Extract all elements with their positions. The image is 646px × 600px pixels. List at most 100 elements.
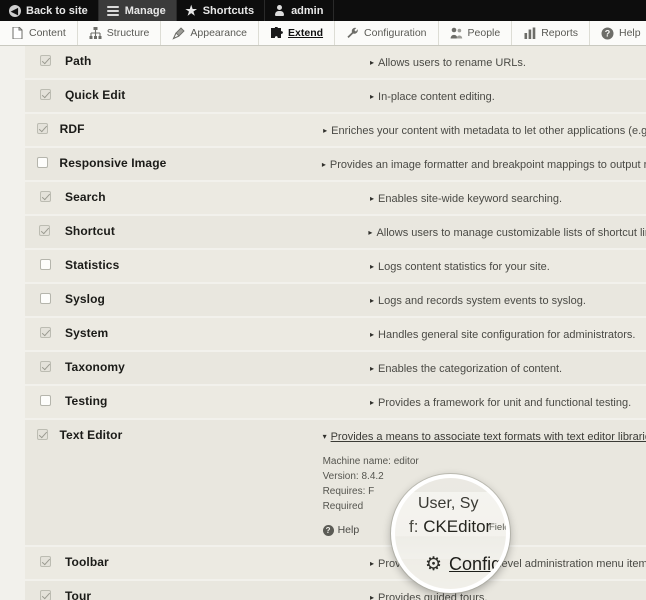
triangle-collapsed-icon: ▸	[370, 364, 375, 373]
module-description-toggle[interactable]: ▾ Provides a means to associate text form…	[323, 429, 646, 445]
module-description-toggle[interactable]: ▸ Enriches your content with metadata to …	[323, 123, 646, 139]
loupe-text-module-name: CKEditor	[423, 517, 492, 536]
module-detail-machine-name: Machine name: editor	[322, 456, 419, 467]
submenu-label-content: Content	[29, 27, 66, 39]
module-description-toggle[interactable]: ▸ Provides an image formatter and breakpo…	[322, 157, 646, 173]
loupe-text-field: Field	[489, 522, 506, 533]
submenu-item-appearance[interactable]: Appearance	[161, 21, 260, 45]
bar-chart-icon	[523, 27, 536, 40]
extend-page: Path ▸ Allows users to rename URLs. Quick E…	[0, 46, 646, 600]
module-name: RDF	[59, 122, 85, 136]
module-description-toggle[interactable]: ▸ Logs and records system events to syslo…	[370, 293, 646, 309]
module-description-toggle[interactable]: ▸ Logs content statistics for your site.	[370, 259, 646, 275]
table-row: Shortcut ▸ Allows users to manage customiz…	[25, 216, 646, 250]
puzzle-piece-icon	[270, 27, 283, 40]
triangle-collapsed-icon: ▸	[370, 262, 375, 271]
loupe-text-requires-list: User, Sy	[418, 495, 479, 512]
module-enable-checkbox[interactable]	[39, 89, 51, 100]
admin-bar-item-back-to-site[interactable]: ◀ Back to site	[0, 0, 99, 21]
module-description-toggle[interactable]: ▸ Allows users to rename URLs.	[370, 55, 646, 71]
module-description-cell: ▸ Allows users to rename URLs.	[370, 54, 646, 71]
module-enable-checkbox[interactable]	[39, 556, 51, 567]
module-enable-checkbox[interactable]	[39, 327, 51, 338]
module-enable-cell	[25, 360, 65, 372]
module-enable-cell	[25, 555, 65, 567]
module-description-cell: ▸ Provides guided tours.	[370, 589, 646, 600]
admin-bar-label-shortcuts: Shortcuts	[202, 4, 255, 17]
module-enable-checkbox[interactable]	[39, 191, 51, 202]
module-name: Responsive Image	[59, 156, 167, 170]
module-detail-version: Version: 8.4.2	[322, 471, 384, 482]
star-icon: ★	[185, 3, 198, 18]
triangle-expanded-icon: ▾	[322, 432, 327, 441]
submenu-item-reports[interactable]: Reports	[512, 21, 590, 45]
submenu-item-content[interactable]: Content	[0, 21, 78, 45]
module-description-text: Enables the categorization of content.	[378, 363, 563, 375]
submenu-item-help[interactable]: ? Help	[590, 21, 646, 45]
module-help-label: Help	[337, 524, 360, 536]
table-row: Responsive Image ▸ Provides an image forma…	[25, 148, 646, 182]
gear-icon: ⚙	[425, 554, 443, 575]
module-description-toggle[interactable]: ▸ Handles general site configuration for …	[370, 327, 646, 343]
module-enable-checkbox[interactable]	[39, 293, 51, 304]
admin-submenu: Content Structure Appearance Extend Conf…	[0, 21, 646, 46]
triangle-collapsed-icon: ▸	[368, 228, 373, 237]
module-enable-checkbox[interactable]	[36, 429, 48, 440]
triangle-collapsed-icon: ▸	[370, 330, 375, 339]
people-icon	[450, 27, 463, 40]
loupe-text-prefix: f:	[409, 517, 419, 536]
table-row: Search ▸ Enables site-wide keyword searchi…	[25, 182, 646, 216]
module-description-text: Provides a means to associate text forma…	[330, 431, 646, 443]
document-icon	[11, 27, 24, 40]
module-description-cell: ▸ Handles general site configuration for …	[370, 326, 646, 343]
module-enable-cell	[25, 394, 65, 406]
triangle-collapsed-icon: ▸	[370, 296, 375, 305]
submenu-item-structure[interactable]: Structure	[78, 21, 162, 45]
module-description-cell: ▸ Provides a framework for unit and funct…	[370, 394, 646, 411]
configure-link[interactable]: ⚙ Configure	[425, 554, 506, 575]
module-description-text: Enriches your content with metadata to l…	[331, 125, 646, 137]
triangle-collapsed-icon: ▸	[321, 160, 326, 169]
question-mark-icon: ?	[601, 27, 614, 40]
submenu-item-configuration[interactable]: Configuration	[335, 21, 439, 45]
configure-link-label: Configure	[449, 554, 506, 574]
module-description-toggle[interactable]: ▸ Provides a framework for unit and funct…	[370, 395, 646, 411]
module-enable-checkbox[interactable]	[39, 259, 51, 270]
module-description-toggle[interactable]: ▸ Enables the categorization of content.	[370, 361, 646, 377]
admin-toolbar: ◀ Back to site Manage ★ Shortcuts admin	[0, 0, 646, 21]
paintbrush-icon	[172, 26, 186, 40]
module-name: Search	[65, 190, 106, 204]
admin-bar-item-shortcuts[interactable]: ★ Shortcuts	[177, 0, 266, 21]
module-enable-checkbox[interactable]	[39, 55, 51, 66]
submenu-item-extend[interactable]: Extend	[259, 21, 336, 45]
module-enable-checkbox[interactable]	[39, 395, 51, 406]
module-enable-cell	[25, 224, 65, 236]
table-row: Syslog ▸ Logs and records system events to…	[25, 284, 646, 318]
module-description-cell: ▸ Enriches your content with metadata to …	[323, 122, 646, 139]
triangle-collapsed-icon: ▸	[370, 58, 375, 67]
module-description-toggle[interactable]: ▸ In-place content editing.	[370, 89, 646, 105]
module-description-text: Allows users to manage customizable list…	[376, 227, 646, 239]
admin-bar-item-manage[interactable]: Manage	[98, 0, 177, 21]
module-name: Statistics	[65, 258, 120, 272]
admin-bar-item-admin-account[interactable]: admin	[265, 0, 335, 21]
back-arrow-icon: ◀	[8, 4, 21, 17]
module-enable-checkbox[interactable]	[36, 123, 48, 134]
module-enable-checkbox[interactable]	[39, 361, 51, 372]
module-enable-checkbox[interactable]	[39, 225, 51, 236]
module-description-toggle[interactable]: ▸ Provides guided tours.	[370, 590, 646, 600]
hamburger-icon	[107, 4, 120, 17]
module-enable-checkbox[interactable]	[39, 590, 51, 600]
module-description-toggle[interactable]: ▸ Enables site-wide keyword searching.	[370, 191, 646, 207]
module-enable-checkbox[interactable]	[36, 157, 48, 168]
module-description-toggle[interactable]: ▸ Allows users to manage customizable lis…	[368, 225, 646, 241]
module-name: Taxonomy	[65, 360, 125, 374]
module-enable-cell	[25, 190, 65, 202]
module-enable-cell	[25, 589, 65, 600]
submenu-label-help: Help	[618, 27, 641, 39]
module-description-text: Allows users to rename URLs.	[378, 57, 526, 69]
structure-icon	[89, 27, 102, 40]
question-mark-icon: ?	[322, 525, 334, 536]
module-enable-cell	[25, 292, 65, 304]
submenu-item-people[interactable]: People	[439, 21, 513, 45]
